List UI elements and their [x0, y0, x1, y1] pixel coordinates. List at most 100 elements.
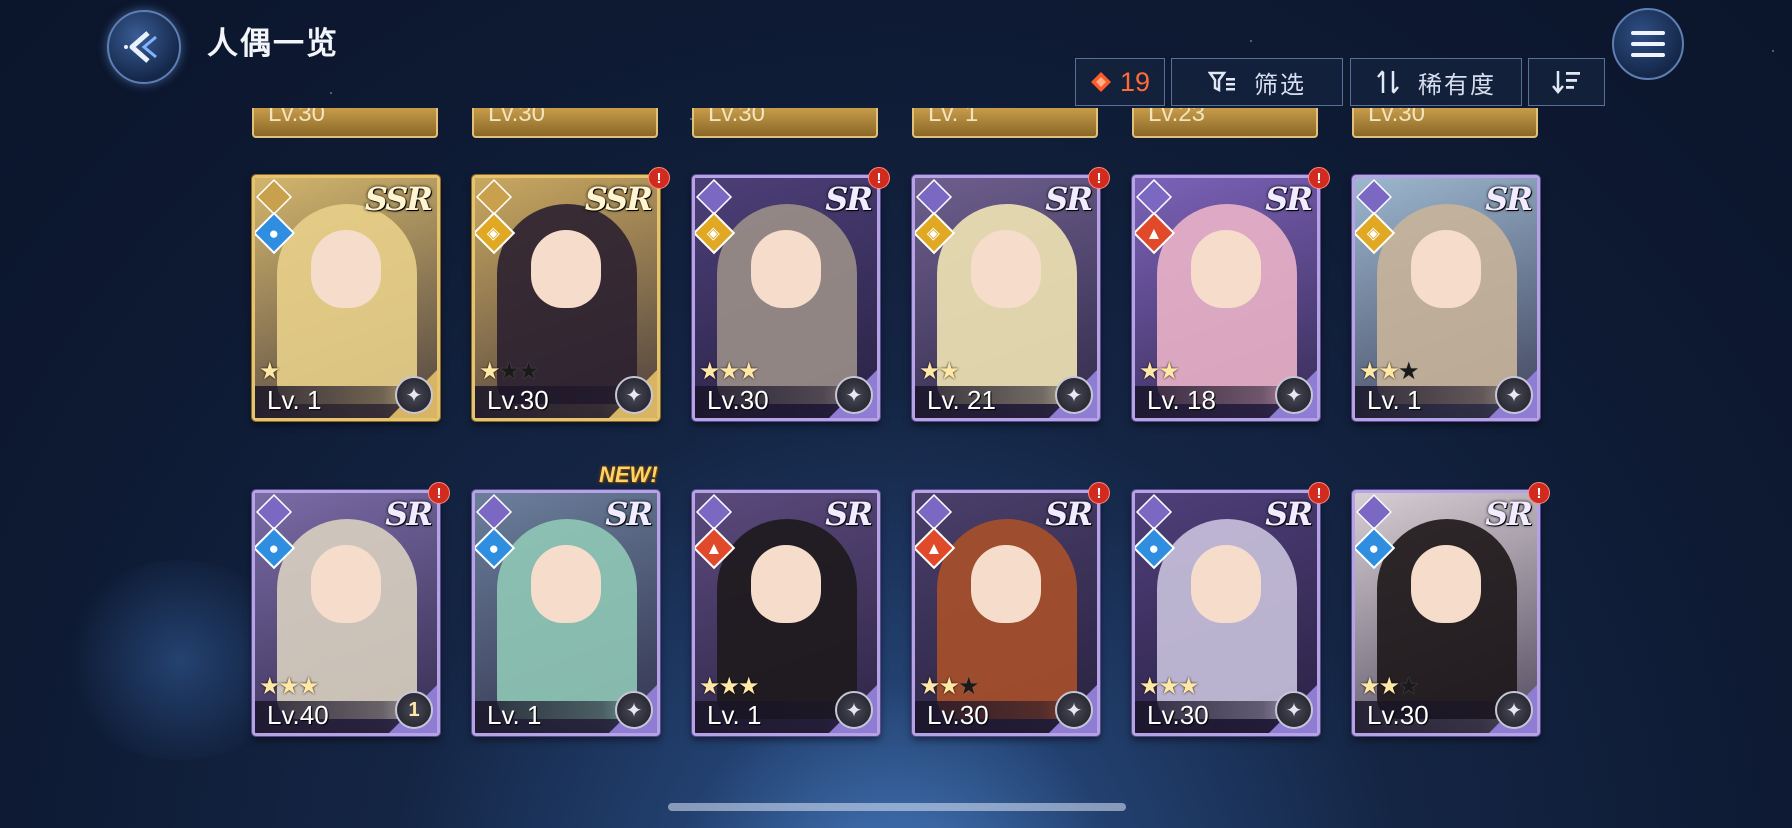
wing-emblem-icon: ✦ [1495, 376, 1533, 414]
character-face [751, 545, 821, 623]
level-label: Lv.30 [707, 385, 769, 415]
wing-emblem-icon: 1 [395, 691, 433, 729]
star-rating: ★★★ [699, 357, 759, 386]
level-label: Lv. 1 [1367, 385, 1422, 415]
doll-card[interactable]: ● SSR ★ Lv. 1 ✦ [252, 175, 440, 421]
star-filled-icon: ★ [919, 673, 940, 700]
character-face [971, 545, 1041, 623]
wing-emblem-icon: ✦ [1495, 691, 1533, 729]
home-indicator[interactable] [668, 803, 1126, 811]
wing-emblem-icon: ✦ [1275, 691, 1313, 729]
alert-icon: ! [428, 482, 450, 504]
menu-button[interactable] [1612, 8, 1684, 80]
star-filled-icon: ★ [259, 673, 280, 700]
star-rating: ★★ [1139, 357, 1180, 386]
level-label: Lv. 18 [1147, 385, 1216, 415]
rarity-badge: SR [1485, 495, 1533, 533]
new-badge: NEW! [599, 462, 658, 487]
star-empty-icon: ★ [958, 673, 979, 700]
partial-card[interactable]: Lv.23 [1132, 108, 1318, 138]
star-filled-icon: ★ [718, 358, 740, 385]
star-empty-icon: ★ [498, 358, 520, 385]
doll-card[interactable]: ◈ SR ★★★ Lv.30 ✦ [692, 175, 880, 421]
rarity-badge: SR [1265, 495, 1313, 533]
doll-card[interactable]: ▲ SR ★★ Lv. 18 ✦ [1132, 175, 1320, 421]
alert-icon: ! [1528, 482, 1550, 504]
rarity-label: 稀有度 [1418, 71, 1496, 99]
partial-card[interactable]: Lv. 1 [912, 108, 1098, 138]
alert-icon: ! [1308, 167, 1330, 189]
level-label: Lv. 1 [707, 700, 762, 730]
character-face [531, 545, 601, 623]
rarity-sort-button[interactable]: 稀有度 [1350, 58, 1522, 106]
star-filled-icon: ★ [1158, 358, 1180, 385]
star-filled-icon: ★ [699, 673, 720, 700]
level-label: Lv. 1 [267, 385, 322, 415]
background-sparkle [330, 92, 332, 94]
back-button[interactable] [107, 10, 181, 84]
alert-icon: ! [648, 167, 670, 189]
rarity-badge: SR [1485, 180, 1533, 218]
star-filled-icon: ★ [938, 358, 960, 385]
background-sparkle [1772, 50, 1774, 52]
character-face [751, 230, 821, 308]
star-rating: ★★★ [1359, 672, 1419, 701]
doll-card[interactable]: ◈ SR ★★ Lv. 21 ✦ [912, 175, 1100, 421]
partial-card[interactable]: Lv.30 [472, 108, 658, 138]
doll-card[interactable]: ● SR ★★★ Lv.30 ✦ [1132, 490, 1320, 736]
star-filled-icon: ★ [1359, 358, 1380, 385]
partial-card[interactable]: Lv.30 [1352, 108, 1538, 138]
rarity-badge: SSR [364, 180, 433, 218]
rarity-badge: SR [605, 495, 653, 533]
star-filled-icon: ★ [298, 673, 319, 700]
wing-emblem-icon: ✦ [395, 376, 433, 414]
swap-sort-icon [1377, 70, 1399, 94]
alert-icon: ! [1088, 482, 1110, 504]
star-rating: ★ [259, 357, 280, 386]
doll-card[interactable]: ◈ SR ★★★ Lv. 1 ✦ [1352, 175, 1540, 421]
gem-count: 19 [1119, 66, 1151, 97]
partial-card-level: Lv.30 [268, 108, 325, 127]
hamburger-menu-icon [1631, 31, 1665, 57]
character-face [971, 230, 1041, 308]
doll-card[interactable]: ▲ SR ★★★ Lv.30 ✦ [912, 490, 1100, 736]
filter-icon [1208, 71, 1235, 93]
partial-card-level: Lv. 1 [928, 108, 979, 127]
star-filled-icon: ★ [1378, 673, 1400, 700]
rarity-badge: SR [1265, 180, 1313, 218]
doll-card[interactable]: ● SR ★★★ Lv.40 1 [252, 490, 440, 736]
star-filled-icon: ★ [938, 673, 960, 700]
doll-card[interactable]: ● SR ★★★ Lv.30 ✦ [1352, 490, 1540, 736]
star-rating: ★★★ [1359, 357, 1419, 386]
star-empty-icon: ★ [518, 358, 539, 385]
filter-button[interactable]: 筛选 [1171, 58, 1343, 106]
wing-emblem-icon: ✦ [1055, 376, 1093, 414]
doll-card[interactable]: ▲ SR ★★★ Lv. 1 ✦ [692, 490, 880, 736]
background-sparkle [1250, 40, 1252, 42]
sort-descending-icon [1551, 71, 1580, 94]
star-filled-icon: ★ [259, 358, 280, 385]
character-face [1191, 230, 1261, 308]
star-filled-icon: ★ [278, 673, 300, 700]
star-filled-icon: ★ [1158, 673, 1180, 700]
gem-icon [1090, 72, 1111, 92]
level-label: Lv.40 [267, 700, 329, 730]
level-label: Lv.30 [1367, 700, 1429, 730]
star-rating: ★★★ [699, 672, 759, 701]
rarity-badge: SR [825, 180, 873, 218]
character-face [1411, 230, 1481, 308]
page-title: 人偶一览 [207, 26, 339, 61]
partial-card[interactable]: Lv.30 [252, 108, 438, 138]
partial-card-row: Lv.30 Lv.30 Lv.30 Lv. 1 Lv.23 Lv.30 [252, 108, 1542, 138]
doll-card[interactable]: ● SR Lv. 1 ✦ [472, 490, 660, 736]
star-filled-icon: ★ [1178, 673, 1199, 700]
sort-order-button[interactable] [1528, 58, 1605, 106]
rarity-badge: SR [825, 495, 873, 533]
partial-card[interactable]: Lv.30 [692, 108, 878, 138]
rarity-badge: SR [1045, 495, 1093, 533]
doll-card[interactable]: ◈ SSR ★★★ Lv.30 ✦ [472, 175, 660, 421]
rarity-badge: SR [1045, 180, 1093, 218]
wing-emblem-icon: ✦ [615, 691, 653, 729]
level-label: Lv. 1 [487, 700, 542, 730]
wing-emblem-icon: ✦ [1275, 376, 1313, 414]
